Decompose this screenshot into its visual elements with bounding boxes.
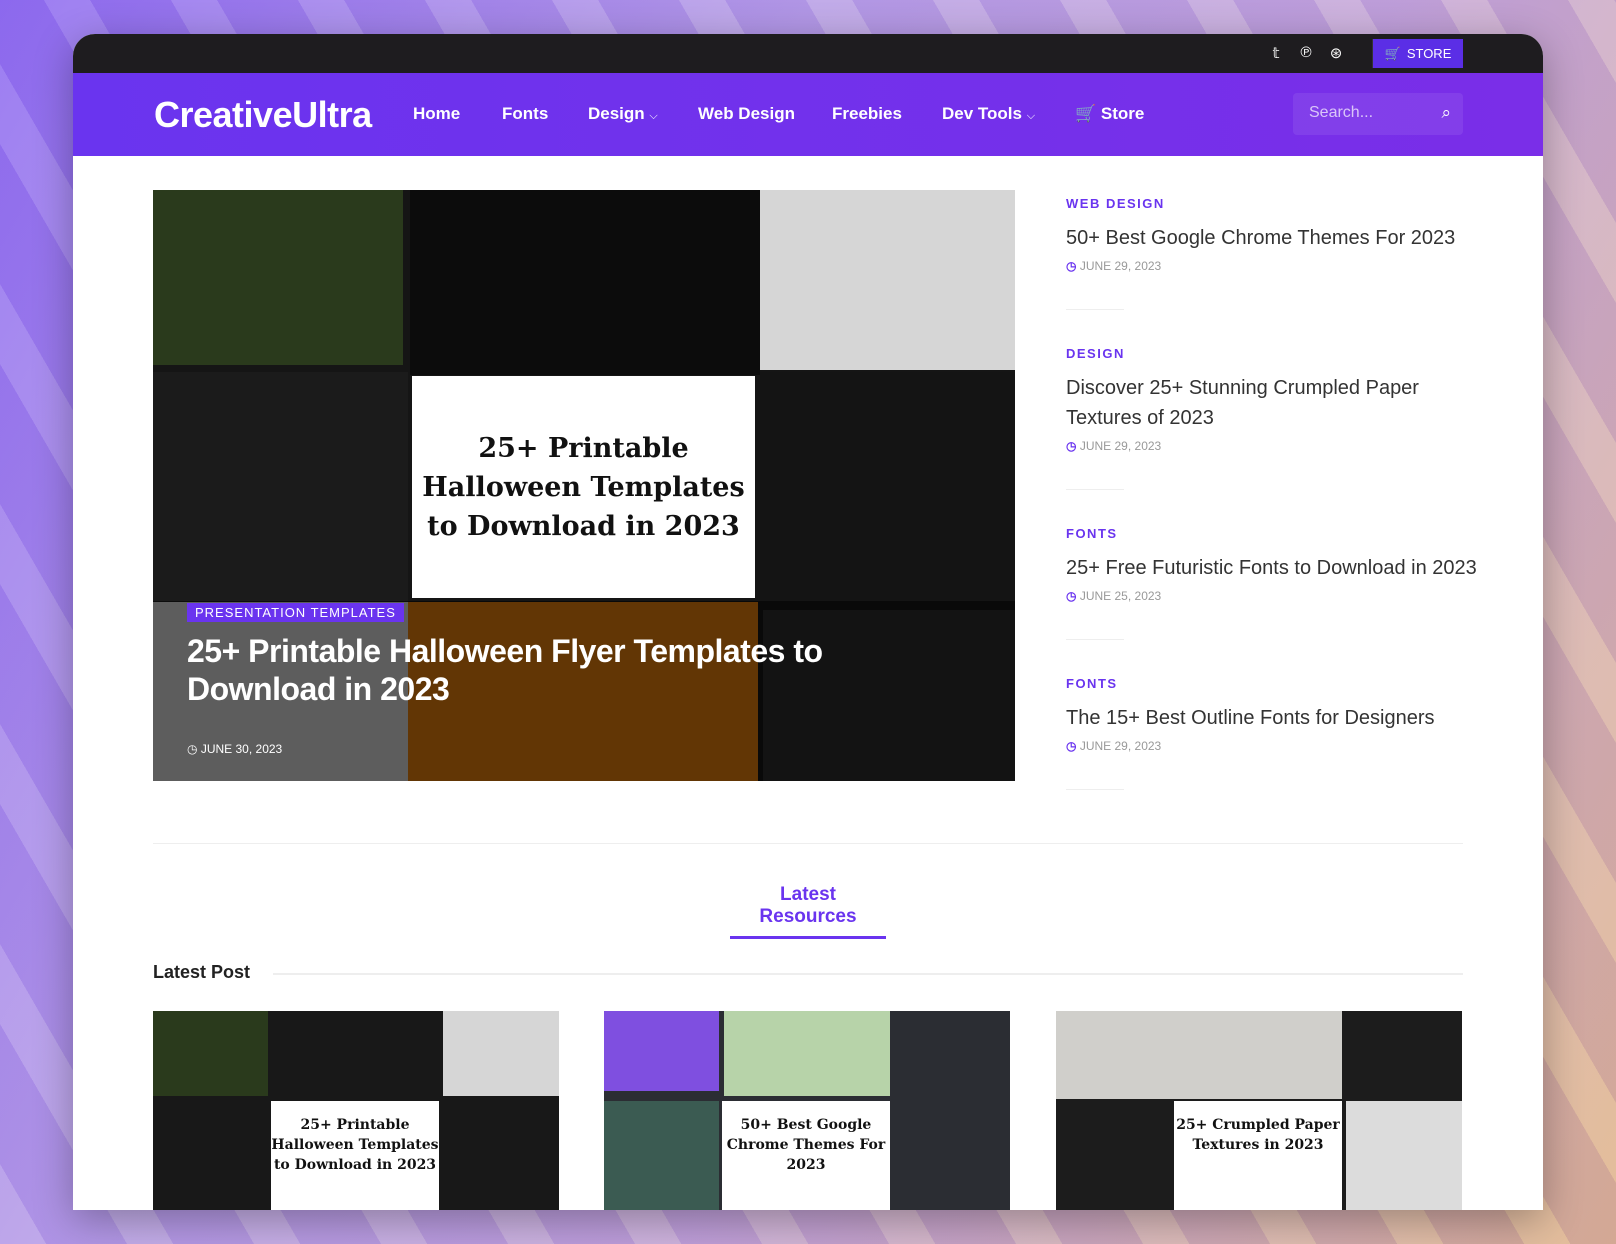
card-image-text: 25+ Crumpled Paper Textures in 2023 (1174, 1101, 1342, 1210)
post-title[interactable]: 50+ Best Google Chrome Themes For 2023 (1066, 223, 1486, 253)
sidebar-posts: WEB DESIGN 50+ Best Google Chrome Themes… (1066, 196, 1486, 826)
post-card[interactable]: 25+ Crumpled Paper Textures in 2023 (1056, 1011, 1462, 1210)
search-icon[interactable]: ⌕ (1441, 103, 1451, 123)
dribbble-icon[interactable]: ⊛ (1327, 44, 1345, 62)
top-bar: 𝕥 ℗ ⊛ 🛒 STORE (73, 34, 1543, 73)
clock-icon: ◷ (187, 742, 198, 756)
section-divider (153, 843, 1463, 844)
sidebar-post: FONTS 25+ Free Futuristic Fonts to Downl… (1066, 526, 1486, 640)
post-date: ◷ JUNE 29, 2023 (1066, 259, 1162, 273)
post-category[interactable]: FONTS (1066, 526, 1486, 541)
divider (1066, 639, 1124, 640)
post-title[interactable]: Discover 25+ Stunning Crumpled Paper Tex… (1066, 373, 1486, 433)
post-category[interactable]: WEB DESIGN (1066, 196, 1486, 211)
logo[interactable]: CreativeUltra (154, 94, 372, 136)
sidebar-post: WEB DESIGN 50+ Best Google Chrome Themes… (1066, 196, 1486, 310)
main-nav: CreativeUltra Home Fonts Design ⌵ Web De… (73, 73, 1543, 156)
post-date: ◷ JUNE 25, 2023 (1066, 589, 1162, 603)
card-image-text: 50+ Best Google Chrome Themes For 2023 (722, 1101, 890, 1210)
divider (1066, 789, 1124, 790)
post-category[interactable]: DESIGN (1066, 346, 1486, 361)
category-badge[interactable]: PRESENTATION TEMPLATES (187, 603, 404, 622)
post-title[interactable]: 25+ Free Futuristic Fonts to Download in… (1066, 553, 1486, 583)
hero-image-text: 25+ Printable Halloween Templates to Dow… (412, 376, 755, 598)
nav-design[interactable]: Design ⌵ (588, 104, 658, 124)
chevron-down-icon: ⌵ (1026, 110, 1036, 122)
featured-title[interactable]: 25+ Printable Halloween Flyer Templates … (187, 632, 887, 708)
hero-image-tile (153, 190, 403, 365)
hero-image-tile (760, 190, 1015, 370)
clock-icon: ◷ (1066, 439, 1077, 453)
card-image-text: 25+ Printable Halloween Templates to Dow… (271, 1101, 439, 1210)
nav-web-design[interactable]: Web Design (698, 104, 795, 124)
sidebar-post: FONTS The 15+ Best Outline Fonts for Des… (1066, 676, 1486, 790)
post-category[interactable]: FONTS (1066, 676, 1486, 691)
nav-dev-tools[interactable]: Dev Tools ⌵ (942, 104, 1035, 124)
hero-image-tile (760, 372, 1015, 602)
post-card[interactable]: 50+ Best Google Chrome Themes For 2023 (604, 1011, 1010, 1210)
divider (1066, 489, 1124, 490)
post-title[interactable]: The 15+ Best Outline Fonts for Designers (1066, 703, 1486, 733)
nav-freebies[interactable]: Freebies (832, 104, 902, 124)
clock-icon: ◷ (1066, 589, 1077, 603)
store-button[interactable]: 🛒 STORE (1372, 39, 1463, 68)
post-date: ◷ JUNE 29, 2023 (1066, 739, 1162, 753)
browser-window: 𝕥 ℗ ⊛ 🛒 STORE CreativeUltra Home Fonts De… (73, 34, 1543, 1210)
twitter-icon[interactable]: 𝕥 (1267, 44, 1285, 62)
nav-home[interactable]: Home (413, 104, 460, 124)
featured-date: ◷ JUNE 30, 2023 (187, 742, 283, 756)
clock-icon: ◷ (1066, 739, 1077, 753)
hero-image-tile (153, 372, 408, 602)
clock-icon: ◷ (1066, 259, 1077, 273)
chevron-down-icon: ⌵ (649, 110, 658, 122)
post-date: ◷ JUNE 29, 2023 (1066, 439, 1162, 453)
pinterest-icon[interactable]: ℗ (1297, 44, 1315, 61)
heading-line (273, 973, 1463, 975)
sidebar-post: DESIGN Discover 25+ Stunning Crumpled Pa… (1066, 346, 1486, 490)
cart-icon: 🛒 (1075, 104, 1097, 123)
featured-post[interactable]: 25+ Printable Halloween Templates to Dow… (153, 190, 1015, 781)
tab-latest-resources[interactable]: Latest Resources (730, 884, 886, 939)
search-input[interactable]: Search... ⌕ (1293, 93, 1463, 135)
nav-store[interactable]: 🛒 Store (1075, 104, 1144, 124)
hero-image-tile (410, 190, 760, 375)
divider (1066, 309, 1124, 310)
post-card[interactable]: 25+ Printable Halloween Templates to Dow… (153, 1011, 559, 1210)
latest-post-heading: Latest Post (153, 962, 251, 982)
cart-icon: 🛒 (1384, 45, 1401, 61)
nav-fonts[interactable]: Fonts (502, 104, 548, 124)
